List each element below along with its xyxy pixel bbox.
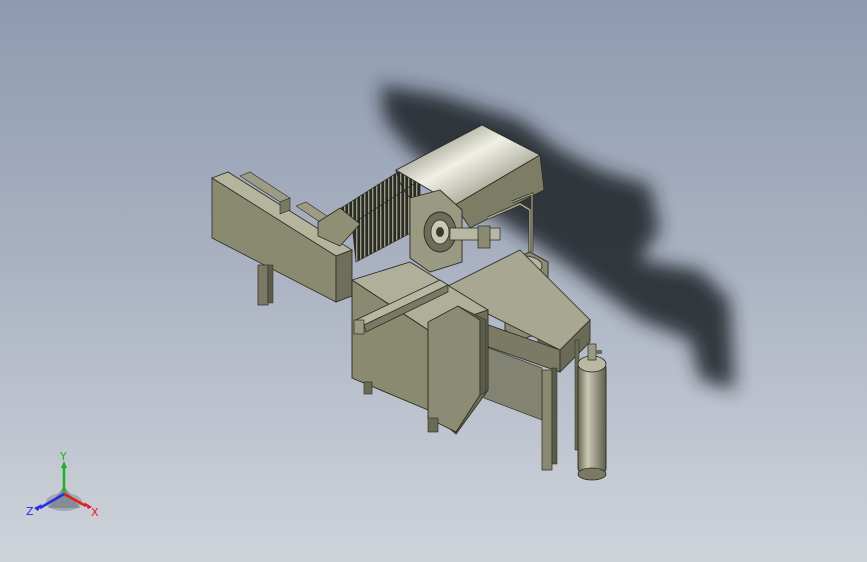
coordinate-triad-icon[interactable]: Y X Z	[26, 450, 99, 519]
x-axis-label: X	[91, 506, 99, 519]
y-axis-label: Y	[59, 450, 67, 463]
3d-viewport[interactable]: Y X Z	[0, 0, 867, 562]
z-axis-label: Z	[26, 505, 34, 518]
gas-cylinder[interactable]	[577, 343, 607, 481]
model-view[interactable]: Y X Z	[0, 0, 867, 562]
